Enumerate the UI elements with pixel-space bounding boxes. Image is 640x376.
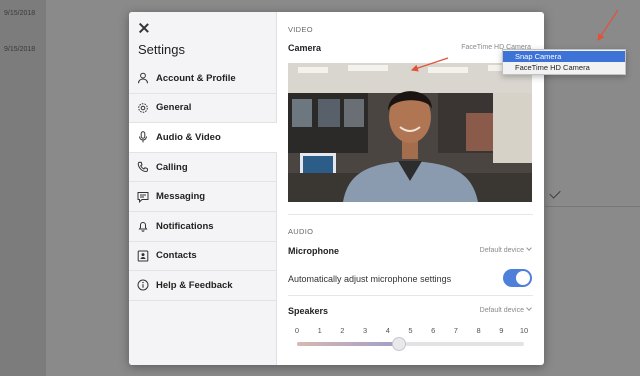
camera-dropdown-menu: Snap Camera FaceTime HD Camera: [502, 49, 626, 75]
volume-tick-label: 10: [519, 326, 529, 335]
volume-tick-label: 8: [476, 326, 481, 335]
contact-card-icon: [137, 250, 149, 262]
video-section-label: VIDEO: [288, 25, 313, 34]
settings-dialog: Settings Account & Profile General Audio…: [129, 12, 544, 365]
phone-icon: [137, 161, 149, 173]
microphone-select-value: Default device: [479, 247, 524, 254]
volume-tick-label: 7: [453, 326, 458, 335]
sidebar-item-label: Help & Feedback: [156, 279, 233, 291]
speakers-select[interactable]: Default device: [479, 305, 532, 314]
sidebar-item-label: General: [156, 102, 192, 114]
camera-preview-image: [288, 63, 532, 202]
volume-tick-label: 6: [431, 326, 436, 335]
sidebar-item-account-profile[interactable]: Account & Profile: [129, 64, 277, 94]
microphone-label: Microphone: [288, 246, 339, 256]
divider: [288, 214, 533, 215]
camera-label: Camera: [288, 43, 322, 53]
speakers-label: Speakers: [288, 306, 329, 316]
settings-sidebar: Settings Account & Profile General Audio…: [129, 12, 277, 365]
sidebar-item-help-feedback[interactable]: Help & Feedback: [129, 271, 277, 301]
info-icon: [137, 279, 149, 291]
checkmark-icon: [549, 187, 561, 199]
bell-icon: [137, 220, 149, 233]
person-icon: [137, 72, 149, 84]
sidebar-item-label: Account & Profile: [156, 72, 236, 84]
dropdown-option-snap-camera[interactable]: Snap Camera: [503, 51, 625, 62]
settings-title: Settings: [138, 42, 185, 57]
camera-preview: [288, 63, 532, 202]
slider-fill: [297, 342, 400, 346]
divider: [545, 206, 640, 207]
auto-adjust-label: Automatically adjust microphone settings: [288, 274, 452, 284]
sidebar-item-label: Messaging: [156, 191, 206, 203]
sidebar-item-calling[interactable]: Calling: [129, 153, 277, 183]
volume-tick-label: 4: [385, 326, 390, 335]
message-date: 9/15/2018: [4, 46, 36, 53]
sidebar-item-label: Calling: [156, 161, 188, 173]
background-sidebar: [0, 0, 46, 376]
sidebar-item-contacts[interactable]: Contacts: [129, 242, 277, 272]
sidebar-item-messaging[interactable]: Messaging: [129, 182, 277, 212]
sidebar-item-label: Notifications: [156, 220, 214, 232]
microphone-icon: [137, 131, 149, 143]
volume-tick-labels: 0 1 2 3 4 5 6 7 8 9 10: [288, 326, 532, 336]
chevron-down-icon: [526, 245, 532, 251]
volume-tick-label: 1: [317, 326, 322, 335]
audio-section-label: AUDIO: [288, 227, 314, 236]
sidebar-item-notifications[interactable]: Notifications: [129, 212, 277, 242]
close-icon[interactable]: [137, 21, 151, 35]
sidebar-item-general[interactable]: General: [129, 94, 277, 124]
sidebar-item-audio-video[interactable]: Audio & Video: [129, 123, 277, 153]
volume-tick-label: 3: [363, 326, 368, 335]
divider: [288, 295, 533, 296]
chat-icon: [137, 191, 149, 203]
speaker-volume-slider[interactable]: [297, 337, 524, 351]
volume-tick-label: 9: [499, 326, 504, 335]
slider-thumb[interactable]: [392, 337, 407, 351]
volume-tick-label: 0: [294, 326, 300, 335]
volume-tick-label: 2: [340, 326, 345, 335]
chevron-down-icon: [526, 305, 532, 311]
message-date: 9/15/2018: [4, 10, 36, 17]
gear-icon: [137, 102, 149, 114]
volume-tick-label: 5: [408, 326, 413, 335]
auto-adjust-toggle[interactable]: [503, 269, 532, 287]
toggle-knob: [516, 271, 530, 285]
speakers-select-value: Default device: [479, 307, 524, 314]
sidebar-item-label: Contacts: [156, 250, 197, 262]
settings-nav: Account & Profile General Audio & Video …: [129, 64, 277, 301]
microphone-select[interactable]: Default device: [479, 245, 532, 254]
sidebar-item-label: Audio & Video: [156, 131, 221, 143]
dropdown-option-facetime-camera[interactable]: FaceTime HD Camera: [503, 62, 625, 73]
